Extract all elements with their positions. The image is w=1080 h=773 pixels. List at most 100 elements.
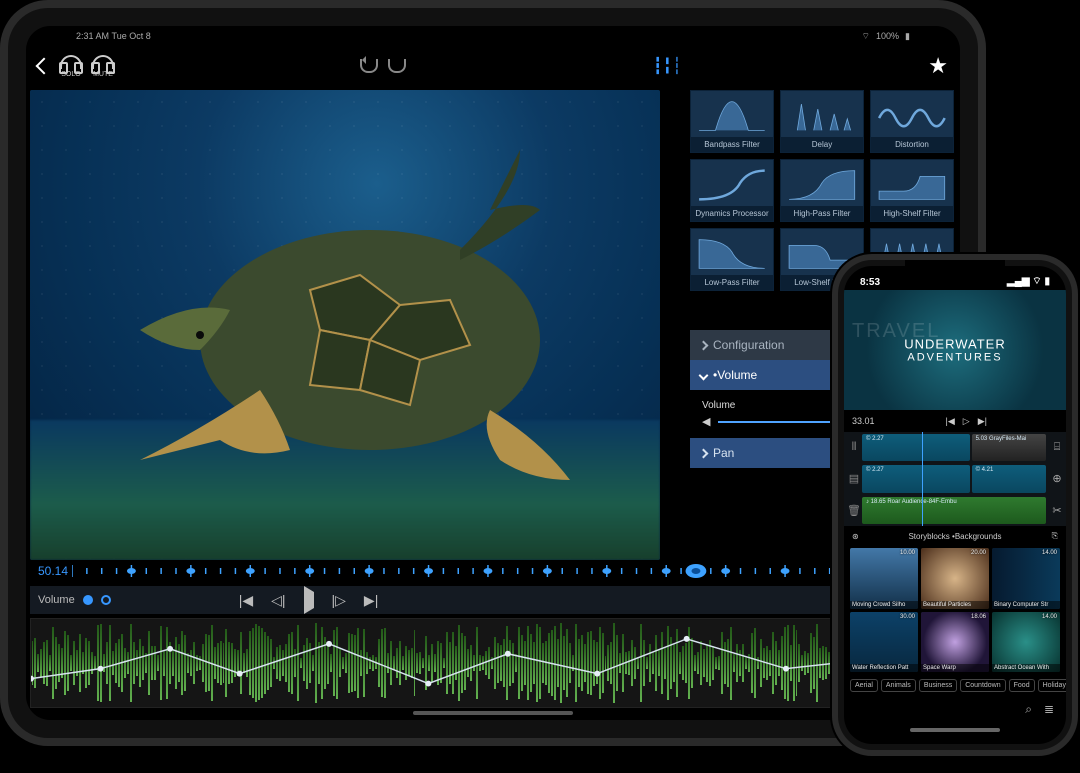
prev-keyframe-button[interactable] bbox=[83, 595, 93, 605]
iphone-bottom-bar: ⌕ ≣ bbox=[844, 696, 1066, 722]
frame-back-button[interactable]: ◁| bbox=[271, 592, 285, 609]
ipad-status-bar: 2:31 AM Tue Oct 8 ⌔ 100% ▮ bbox=[26, 26, 960, 46]
signal-icon: ▂▄▆ bbox=[1007, 276, 1029, 287]
redo-button[interactable] bbox=[388, 59, 406, 73]
mute-button[interactable]: MUTE bbox=[92, 55, 114, 78]
iphone-playhead-time: 33.01 bbox=[852, 416, 875, 426]
play-button[interactable] bbox=[304, 592, 314, 608]
status-date: Tue Oct 8 bbox=[112, 31, 151, 41]
hs-icon bbox=[871, 164, 953, 206]
asset-item[interactable]: 18.06Space Warp bbox=[921, 612, 989, 673]
iphone-library-header: ⊛ Storyblocks •Backgrounds ⎘ bbox=[844, 526, 1066, 546]
iphone-video-preview[interactable]: TRAVEL UNDERWATER ADVENTURES bbox=[844, 290, 1066, 410]
ipad-toolbar: SOLO MUTE ┇╏┆ ★ bbox=[26, 46, 960, 86]
ipad-device: 2:31 AM Tue Oct 8 ⌔ 100% ▮ SOLO MUTE ┇╏┆… bbox=[8, 8, 978, 738]
fx-delay[interactable]: Delay bbox=[780, 90, 864, 153]
chevron-left-icon bbox=[36, 58, 53, 75]
redo-icon bbox=[388, 59, 406, 73]
skip-back-button[interactable]: |◀ bbox=[239, 592, 253, 609]
keyframe-label: Volume bbox=[38, 594, 75, 606]
next-keyframe-button[interactable] bbox=[101, 595, 111, 605]
dyn-icon bbox=[691, 164, 773, 206]
decrease-volume[interactable]: ◀ bbox=[702, 415, 710, 428]
solo-button[interactable]: SOLO bbox=[60, 55, 82, 78]
back-button[interactable] bbox=[38, 60, 50, 72]
clip-video-2a[interactable]: © 2.27 bbox=[862, 465, 970, 492]
asset-item[interactable]: 30.00Water Reflection Patt bbox=[850, 612, 918, 673]
fx-bandpass[interactable]: Bandpass Filter bbox=[690, 90, 774, 153]
audio-settings-icon[interactable]: ┇╏┆ bbox=[653, 56, 682, 76]
clip-video-1a[interactable]: © 2.27 bbox=[862, 434, 970, 461]
undo-button[interactable] bbox=[360, 59, 378, 73]
audio-waveform[interactable] bbox=[30, 618, 956, 708]
provider-icon[interactable]: ⊛ bbox=[852, 532, 859, 541]
title-card: UNDERWATER ADVENTURES bbox=[904, 337, 1005, 364]
chevron-down-icon bbox=[699, 370, 709, 380]
wifi-icon: ⌔ bbox=[862, 31, 870, 42]
favorite-button[interactable]: ★ bbox=[928, 53, 948, 79]
notch bbox=[905, 260, 1005, 280]
star-icon: ★ bbox=[928, 53, 948, 78]
fx-hp[interactable]: High-Pass Filter bbox=[780, 159, 864, 222]
library-title: Storyblocks •Backgrounds bbox=[908, 532, 1001, 541]
asset-item[interactable]: 20.00Beautiful Particles bbox=[921, 548, 989, 609]
clip-audio-1[interactable]: ♪ 18.65 Roar Audience-84F-Embu bbox=[862, 497, 1046, 524]
levels-icon[interactable]: ⫴ bbox=[848, 434, 860, 461]
search-icon[interactable]: ⌕ bbox=[1025, 702, 1032, 717]
fx-lp[interactable]: Low-Pass Filter bbox=[690, 228, 774, 291]
iphone-play[interactable]: ▷ bbox=[963, 416, 970, 427]
clip-video-2b[interactable]: © 4.21 bbox=[972, 465, 1046, 492]
iphone-tag-row: AerialAnimalsBusinessCountdown FoodHolida… bbox=[844, 674, 1066, 696]
headphones-icon bbox=[60, 55, 82, 69]
iphone-skip-fwd[interactable]: ▶| bbox=[978, 416, 987, 427]
fx-hs[interactable]: High-Shelf Filter bbox=[870, 159, 954, 222]
tag-countdown[interactable]: Countdown bbox=[960, 679, 1005, 692]
list-icon[interactable]: ≣ bbox=[1044, 702, 1054, 716]
asset-item[interactable]: 10.00Moving Crowd Silho bbox=[850, 548, 918, 609]
iphone-library-grid: 10.00Moving Crowd Silho20.00Beautiful Pa… bbox=[844, 546, 1066, 674]
wifi-icon: ⌔ bbox=[1032, 276, 1041, 287]
playhead[interactable] bbox=[922, 432, 923, 526]
track-icon[interactable]: ▤ bbox=[848, 465, 860, 492]
tag-business[interactable]: Business bbox=[919, 679, 957, 692]
status-battery: 100% bbox=[876, 31, 899, 41]
tag-aerial[interactable]: Aerial bbox=[850, 679, 878, 692]
fx-dyn[interactable]: Dynamics Processor bbox=[690, 159, 774, 222]
headphones-mute-icon bbox=[92, 55, 114, 69]
lp-icon bbox=[691, 233, 773, 275]
battery-icon: ▮ bbox=[905, 31, 910, 42]
iphone-home-indicator[interactable] bbox=[844, 722, 1066, 738]
keyframe-row: Volume |◀ ◁| |▷ ▶| ✽ bbox=[30, 586, 956, 614]
trash-icon[interactable]: 🗑 bbox=[848, 497, 860, 524]
video-preview[interactable] bbox=[30, 90, 660, 560]
frame-forward-button[interactable]: |▷ bbox=[332, 592, 346, 609]
tag-animals[interactable]: Animals bbox=[881, 679, 916, 692]
timeline-ruler[interactable]: 50.14 1:07.13 bbox=[30, 556, 956, 586]
undo-icon bbox=[360, 59, 378, 73]
asset-item[interactable]: 14.00Abstract Ocean With bbox=[992, 612, 1060, 673]
exit-icon[interactable]: ⎘ bbox=[1052, 531, 1058, 541]
iphone-skip-back[interactable]: |◀ bbox=[946, 416, 955, 427]
clip-video-1b[interactable]: 5.03 GrayFiles-Mai bbox=[972, 434, 1046, 461]
status-time: 2:31 AM bbox=[76, 31, 109, 41]
delay-icon bbox=[781, 95, 863, 137]
bandpass-icon bbox=[691, 95, 773, 137]
ruler-ticks bbox=[72, 559, 904, 583]
volume-curve bbox=[31, 619, 955, 708]
tag-holidays[interactable]: Holidays bbox=[1038, 679, 1066, 692]
iphone-device: 8:53 ▂▄▆ ⌔ ▮ TRAVEL UNDERWATER ADVENTURE… bbox=[838, 260, 1072, 750]
iphone-transport: 33.01 |◀ ▷ ▶| bbox=[844, 410, 1066, 432]
home-indicator[interactable] bbox=[413, 711, 573, 715]
fx-distortion[interactable]: Distortion bbox=[870, 90, 954, 153]
ruler-start-time: 50.14 bbox=[38, 564, 68, 578]
chevron-right-icon bbox=[699, 340, 709, 350]
hp-icon bbox=[781, 164, 863, 206]
skip-forward-button[interactable]: ▶| bbox=[364, 592, 378, 609]
turtle-illustration bbox=[110, 130, 610, 510]
distortion-icon bbox=[871, 95, 953, 137]
asset-item[interactable]: 14.00Binary Computer Str bbox=[992, 548, 1060, 609]
battery-icon: ▮ bbox=[1044, 276, 1050, 287]
iphone-time: 8:53 bbox=[860, 277, 880, 288]
iphone-timeline[interactable]: ⌸ ⊕ ✂ ⫴ © 2.27 5.03 GrayFiles-Mai ▤ © 2.… bbox=[844, 432, 1066, 526]
tag-food[interactable]: Food bbox=[1009, 679, 1035, 692]
